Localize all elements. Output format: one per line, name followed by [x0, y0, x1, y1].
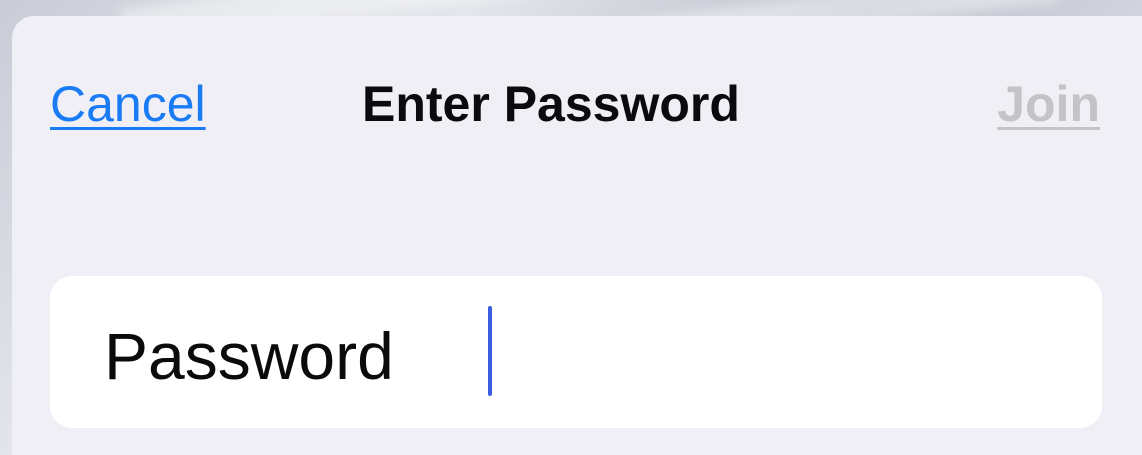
cancel-button[interactable]: Cancel [50, 74, 206, 134]
enter-password-sheet: Cancel Enter Password Join Password [12, 16, 1142, 455]
page-title: Enter Password [362, 76, 740, 132]
text-cursor [488, 306, 492, 396]
password-label: Password [104, 319, 394, 393]
join-button[interactable]: Join [997, 74, 1100, 134]
password-row[interactable]: Password [50, 276, 1102, 428]
password-input[interactable] [488, 304, 1068, 400]
navigation-bar: Cancel Enter Password Join [12, 16, 1142, 186]
